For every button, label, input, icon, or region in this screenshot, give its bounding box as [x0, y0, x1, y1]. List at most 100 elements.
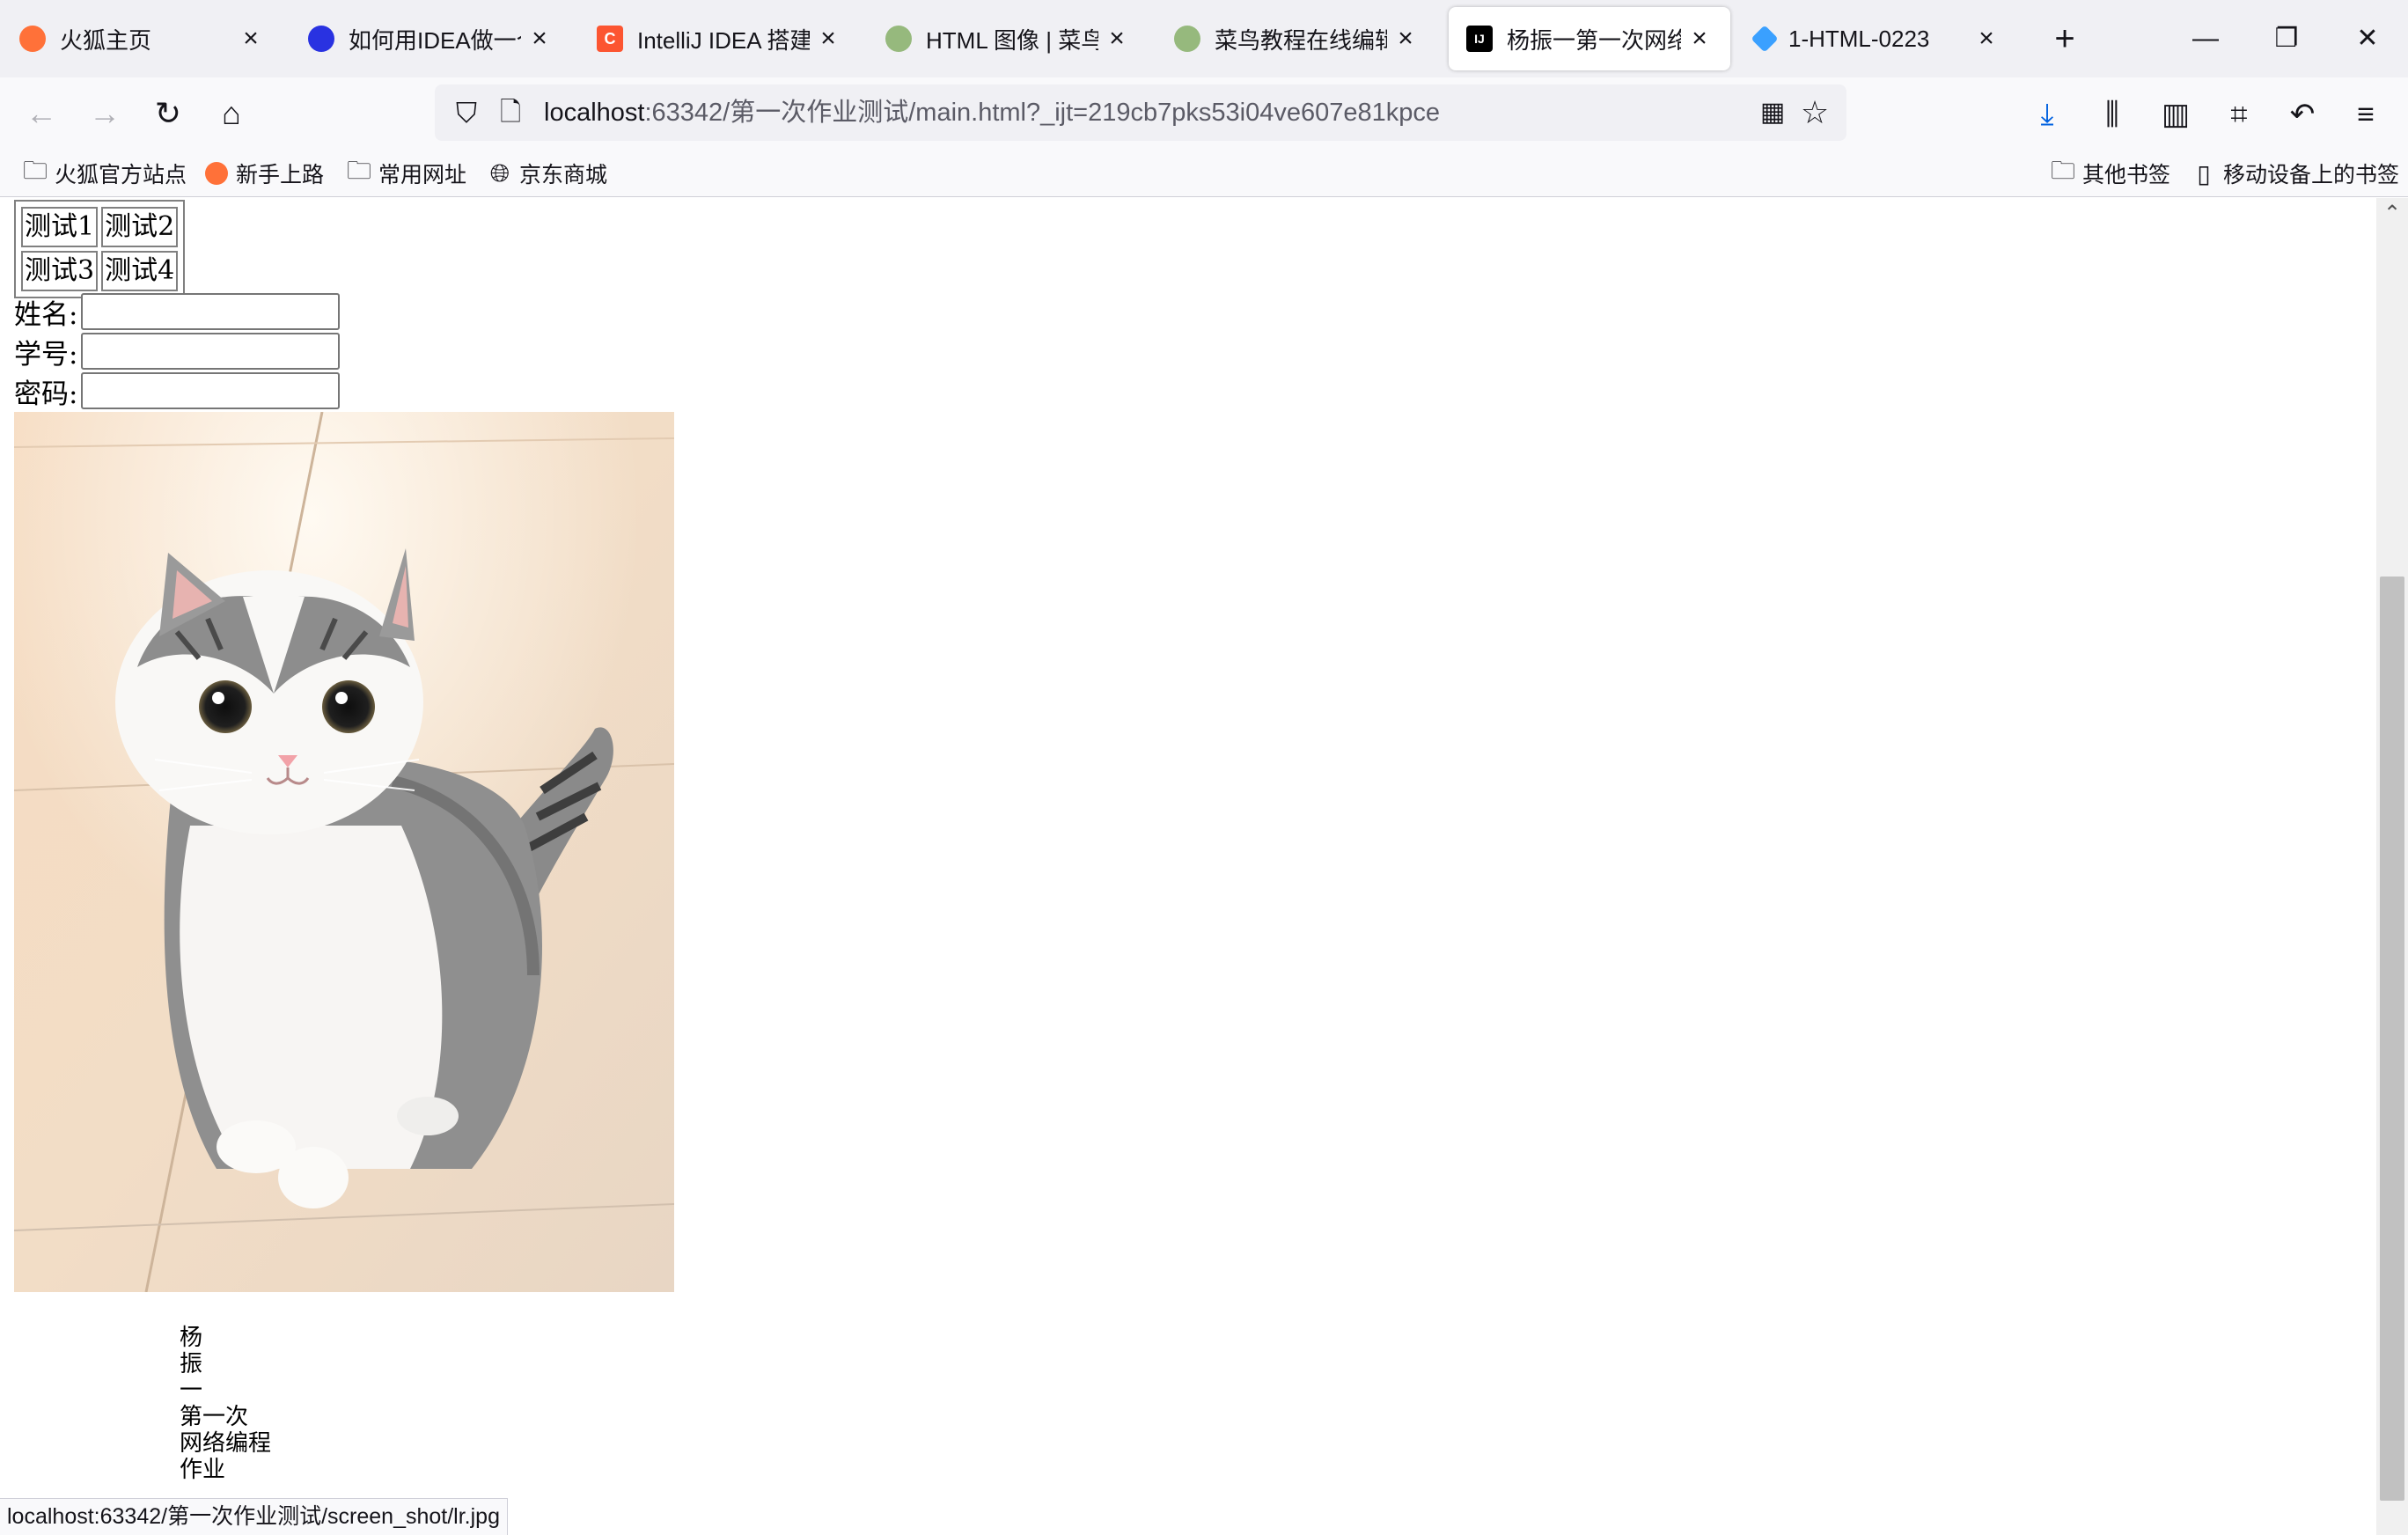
qr-code-icon[interactable]: ▦ [1757, 97, 1788, 129]
table-cell: 测试2 [101, 207, 179, 247]
sidebar-icon[interactable]: ▥ [2153, 92, 2199, 137]
tab-title: 如何用IDEA做一个网 [349, 26, 521, 54]
address-bar[interactable]: ⛉ 🗋 localhost:63342/第一次作业测试/main.html?_i… [435, 84, 1846, 141]
minimize-button[interactable]: — [2165, 0, 2246, 77]
reload-button[interactable]: ↻ [146, 92, 190, 136]
bookmark-jd[interactable]: 🌐︎ 京东商城 [486, 157, 607, 190]
tab-runoob-image[interactable]: HTML 图像 | 菜鸟教 × [868, 7, 1148, 70]
folder-icon: 🗀 [22, 157, 48, 184]
downloads-icon[interactable]: ⤓ [2024, 92, 2070, 137]
tab-close-icon[interactable]: × [526, 24, 553, 54]
csdn-icon: C [597, 26, 623, 52]
table-row: 测试1 测试2 [21, 207, 179, 247]
bookmark-label: 新手上路 [236, 163, 325, 187]
folder-icon: 🗀 [346, 157, 371, 184]
tab-title: IntelliJ IDEA 搭建一 [637, 26, 810, 54]
password-label: 密码: [14, 378, 78, 410]
bookmark-label: 其他书签 [2082, 163, 2171, 187]
bookmark-star-icon[interactable]: ☆ [1797, 93, 1832, 132]
bookmark-firefox-site[interactable]: 🗀 火狐官方站点 [21, 157, 187, 190]
home-button[interactable]: ⌂ [209, 92, 253, 136]
tab-close-icon[interactable]: × [1973, 24, 2000, 54]
name-input[interactable] [81, 293, 341, 330]
table-cell: 测试3 [21, 251, 99, 291]
diamond-icon [1751, 25, 1779, 53]
window-close-button[interactable]: ✕ [2327, 0, 2408, 77]
author-line: 第一次 [180, 1404, 249, 1430]
bookmark-getting-started[interactable]: 新手上路 [202, 157, 324, 190]
tab-title: 杨振一第一次网络编 [1507, 26, 1681, 54]
tab-csdn[interactable]: C IntelliJ IDEA 搭建一 × [579, 7, 859, 70]
bookmark-mobile[interactable]: ▯ 移动设备上的书签 [2190, 157, 2399, 190]
table-cell: 测试4 [101, 251, 179, 291]
firefox-icon [19, 26, 46, 52]
tab-baidu[interactable]: 如何用IDEA做一个网 × [290, 7, 570, 70]
firefox-icon [202, 159, 231, 187]
intellij-icon: IJ [1466, 26, 1493, 52]
bookmark-label: 京东商城 [519, 163, 608, 187]
name-row: 姓名: [14, 292, 341, 331]
restore-button[interactable]: ❐ [2246, 0, 2327, 77]
test-table: 测试1 测试2 测试3 测试4 [14, 200, 186, 298]
table-row: 测试3 测试4 [21, 251, 179, 291]
navigation-toolbar: ← → ↻ ⌂ ⛉ 🗋 localhost:63342/第一次作业测试/main… [0, 77, 2408, 150]
library-icon[interactable]: ⫼ [2089, 92, 2135, 137]
bookmark-common-sites[interactable]: 🗀 常用网址 [345, 157, 466, 190]
runoob-icon [885, 26, 912, 52]
globe-icon: 🌐︎ [489, 158, 510, 187]
tab-title: 火狐主页 [60, 26, 152, 54]
menu-icon[interactable]: ≡ [2343, 92, 2389, 137]
url-text[interactable]: localhost:63342/第一次作业测试/main.html?_ijt=2… [544, 84, 1440, 141]
student-id-input[interactable] [81, 333, 341, 370]
author-line: 作业 [180, 1457, 226, 1483]
bookmark-label: 火狐官方站点 [55, 163, 187, 187]
tab-close-icon[interactable]: × [238, 24, 264, 54]
tab-strip: 火狐主页 × 如何用IDEA做一个网 × C IntelliJ IDEA 搭建一… [0, 0, 2408, 77]
screenshot-crop-icon[interactable]: ⌗ [2216, 92, 2262, 137]
runoob-icon [1174, 26, 1200, 52]
vertical-author-text: 杨 振 一 第一次 网络编程 作业 [180, 1325, 271, 1483]
tab-close-icon[interactable]: × [1686, 24, 1713, 54]
folder-icon: 🗀 [2050, 157, 2075, 184]
table-cell: 测试1 [21, 207, 99, 247]
author-line: 网络编程 [180, 1430, 272, 1457]
student-id-label: 学号: [14, 338, 78, 371]
student-id-row: 学号: [14, 332, 341, 371]
tab-close-icon[interactable]: × [1104, 24, 1130, 54]
page-icon[interactable]: 🗋 [493, 95, 528, 130]
cat-photo[interactable] [14, 412, 674, 1292]
url-path: :63342/第一次作业测试/main.html?_ijt=219cb7pks5… [644, 99, 1441, 127]
tab-current-page[interactable]: IJ 杨振一第一次网络编 × [1449, 7, 1730, 70]
undo-icon[interactable]: ↶ [2280, 92, 2325, 137]
mobile-device-icon: ▯ [2197, 159, 2211, 187]
tab-close-icon[interactable]: × [815, 24, 841, 54]
bookmark-other[interactable]: 🗀 其他书签 [2049, 157, 2170, 190]
tab-firefox-home[interactable]: 火狐主页 × [2, 7, 282, 70]
scrollbar-thumb[interactable] [2380, 577, 2404, 1501]
tab-title: 1-HTML-0223 [1788, 25, 1930, 52]
back-button[interactable]: ← [19, 92, 63, 136]
link-status-bar: localhost:63342/第一次作业测试/screen_shot/lr.j… [0, 1498, 508, 1535]
bookmark-label: 常用网址 [378, 163, 467, 187]
forward-button[interactable]: → [83, 92, 127, 136]
tab-html-0223[interactable]: 1-HTML-0223 × [1737, 7, 2017, 70]
bookmarks-toolbar: 🗀 火狐官方站点 新手上路 🗀 常用网址 🌐︎ 京东商城 🗀 其他书签 ▯ 移动… [0, 150, 2408, 197]
shield-icon[interactable]: ⛉ [449, 95, 484, 130]
tab-runoob-editor[interactable]: 菜鸟教程在线编辑器 × [1156, 7, 1436, 70]
vertical-scrollbar[interactable]: ⌃ [2376, 198, 2408, 1535]
new-tab-button[interactable]: + [2042, 16, 2088, 62]
author-line: 杨 [180, 1325, 203, 1351]
author-line: 一 [180, 1377, 203, 1404]
bookmark-label: 移动设备上的书签 [2223, 163, 2400, 187]
page-content: 测试1 测试2 测试3 测试4 姓名: 学号: 密码: 杨 振 一 第一次 网络… [0, 198, 2376, 1535]
tab-title: HTML 图像 | 菜鸟教 [926, 26, 1098, 54]
name-label: 姓名: [14, 298, 78, 331]
url-host: localhost [544, 99, 645, 127]
cat-photo-drawing [14, 412, 674, 1292]
author-line: 振 [180, 1351, 203, 1377]
tab-close-icon[interactable]: × [1392, 24, 1419, 54]
password-input[interactable] [81, 372, 341, 409]
scroll-up-arrow-icon[interactable]: ⌃ [2376, 198, 2408, 230]
tab-title: 菜鸟教程在线编辑器 [1215, 26, 1387, 54]
password-row: 密码: [14, 371, 341, 410]
